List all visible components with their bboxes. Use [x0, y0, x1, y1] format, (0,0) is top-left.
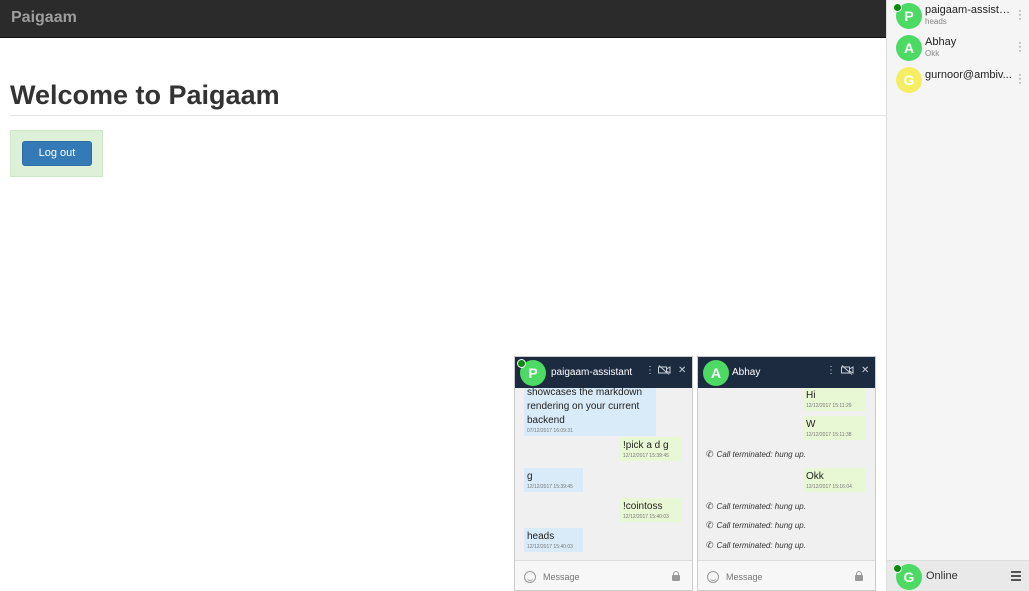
message-text: !cointoss [623, 501, 663, 512]
close-icon[interactable]: ✕ [861, 365, 869, 376]
online-status-dot [893, 564, 902, 573]
phone-icon: ✆ [706, 449, 714, 459]
message-bubble: Okk 12/12/2017 15:16:04 [803, 468, 865, 492]
roster-contact[interactable]: P paigaam-assistant heads · · · [887, 0, 1029, 32]
message-timestamp: 12/12/2017 15:39:45 [623, 453, 669, 459]
message-text: rendering on your current [527, 401, 640, 412]
chat-header[interactable]: P paigaam-assistant ⋮ ✕ [515, 357, 692, 388]
roster-contact[interactable]: A Abhay Okk · · · [887, 32, 1029, 64]
message-bubble: g 12/12/2017 15:39:45 [524, 468, 583, 492]
call-terminated-notice: ✆ Call terminated: hung up. [706, 540, 806, 551]
roster-sidebar: P paigaam-assistant heads · · · A Abhay Ok… [886, 0, 1029, 591]
brand-logo[interactable]: Paigaam [11, 9, 77, 27]
notice-text: Call terminated: hung up. [716, 541, 806, 550]
contact-name: paigaam-assistant [925, 4, 1013, 16]
kebab-menu-icon[interactable]: · · · [1017, 38, 1023, 57]
message-input[interactable] [543, 569, 663, 585]
online-status-dot [517, 359, 526, 368]
roster-contact[interactable]: G gurnoor@ambiv... · · · [887, 64, 1029, 96]
contact-last-message: Okk [925, 49, 940, 58]
chat-window-abhay: A Abhay ⋮ ✕ Hi 12/12/2017 15:11:29 W 12/… [697, 356, 876, 591]
emoji-icon[interactable] [707, 571, 719, 583]
top-navbar: Paigaam [0, 0, 886, 38]
kebab-menu-icon[interactable]: ⋮ [826, 365, 836, 376]
kebab-menu-icon[interactable]: ⋮ [645, 365, 655, 376]
notice-text: Call terminated: hung up. [716, 521, 806, 530]
message-text: !pick a d g [623, 440, 669, 451]
phone-icon: ✆ [706, 540, 714, 550]
notice-text: Call terminated: hung up. [716, 502, 806, 511]
kebab-menu-icon[interactable]: · · · [1017, 6, 1023, 25]
chat-header[interactable]: A Abhay ⋮ ✕ [698, 357, 875, 388]
message-bubble: !pick a d g 12/12/2017 15:39:45 [620, 437, 682, 461]
message-timestamp: 12/12/2017 15:40:03 [527, 544, 573, 550]
phone-icon: ✆ [706, 520, 714, 530]
message-text: W [806, 419, 816, 430]
phone-icon: ✆ [706, 501, 714, 511]
avatar: A [703, 360, 729, 386]
message-text: Hi [806, 390, 816, 401]
divider [10, 115, 886, 116]
message-bubble: heads 12/12/2017 15:40:03 [524, 528, 583, 552]
chat-title: paigaam-assistant [551, 367, 633, 378]
chat-title: Abhay [732, 367, 761, 378]
contact-name: gurnoor@ambiv... [925, 69, 1012, 81]
video-call-off-icon[interactable] [841, 365, 854, 378]
message-text: heads [527, 531, 555, 542]
message-bubble: Hi 12/12/2017 15:11:29 [803, 388, 865, 411]
logout-button[interactable]: Log out [22, 141, 92, 166]
call-terminated-notice: ✆ Call terminated: hung up. [706, 520, 806, 531]
message-text: Okk [806, 471, 824, 482]
message-timestamp: 12/12/2017 15:40:03 [623, 514, 669, 520]
message-timestamp: 12/12/2017 15:11:29 [806, 403, 852, 409]
call-terminated-notice: ✆ Call terminated: hung up. [706, 501, 806, 512]
message-list[interactable]: showcases the markdown rendering on your… [515, 388, 692, 560]
message-bubble: showcases the markdown rendering on your… [524, 388, 656, 436]
contact-last-message: heads [925, 17, 947, 26]
presence-status[interactable]: Online [926, 570, 958, 582]
notice-text: Call terminated: hung up. [716, 450, 806, 459]
lock-icon[interactable] [855, 571, 863, 581]
message-timestamp: 12/12/2017 15:16:04 [806, 484, 852, 490]
close-icon[interactable]: ✕ [678, 365, 686, 376]
message-input[interactable] [726, 569, 846, 585]
message-list[interactable]: Hi 12/12/2017 15:11:29 W 12/12/2017 15:1… [698, 388, 875, 560]
video-call-off-icon[interactable] [658, 365, 671, 378]
kebab-menu-icon[interactable]: · · · [1017, 70, 1023, 89]
page-title: Welcome to Paigaam [10, 80, 280, 110]
message-text: backend [527, 415, 565, 426]
chat-composer [698, 560, 875, 590]
message-timestamp: 12/12/2017 15:39:45 [527, 484, 573, 490]
avatar: A [896, 35, 922, 61]
call-terminated-notice: ✆ Call terminated: hung up. [706, 449, 806, 460]
lock-icon[interactable] [672, 571, 680, 581]
presence-footer: G Online [887, 560, 1029, 591]
message-timestamp: 07/12/2017 16:09:31 [527, 428, 573, 434]
message-bubble: !cointoss 12/12/2017 15:40:03 [620, 498, 682, 522]
contact-name: Abhay [925, 36, 957, 48]
avatar: G [896, 67, 922, 93]
online-status-dot [893, 3, 902, 12]
message-text: g [527, 471, 533, 482]
message-bubble: W 12/12/2017 15:11:38 [803, 416, 865, 440]
emoji-icon[interactable] [524, 571, 536, 583]
hamburger-menu-icon[interactable] [1011, 571, 1021, 583]
chat-composer [515, 560, 692, 590]
message-timestamp: 12/12/2017 15:11:38 [806, 432, 852, 438]
message-text: showcases the markdown [527, 388, 643, 398]
logout-panel: Log out [10, 130, 103, 177]
chat-window-paigaam-assistant: P paigaam-assistant ⋮ ✕ showcases the ma… [514, 356, 693, 591]
